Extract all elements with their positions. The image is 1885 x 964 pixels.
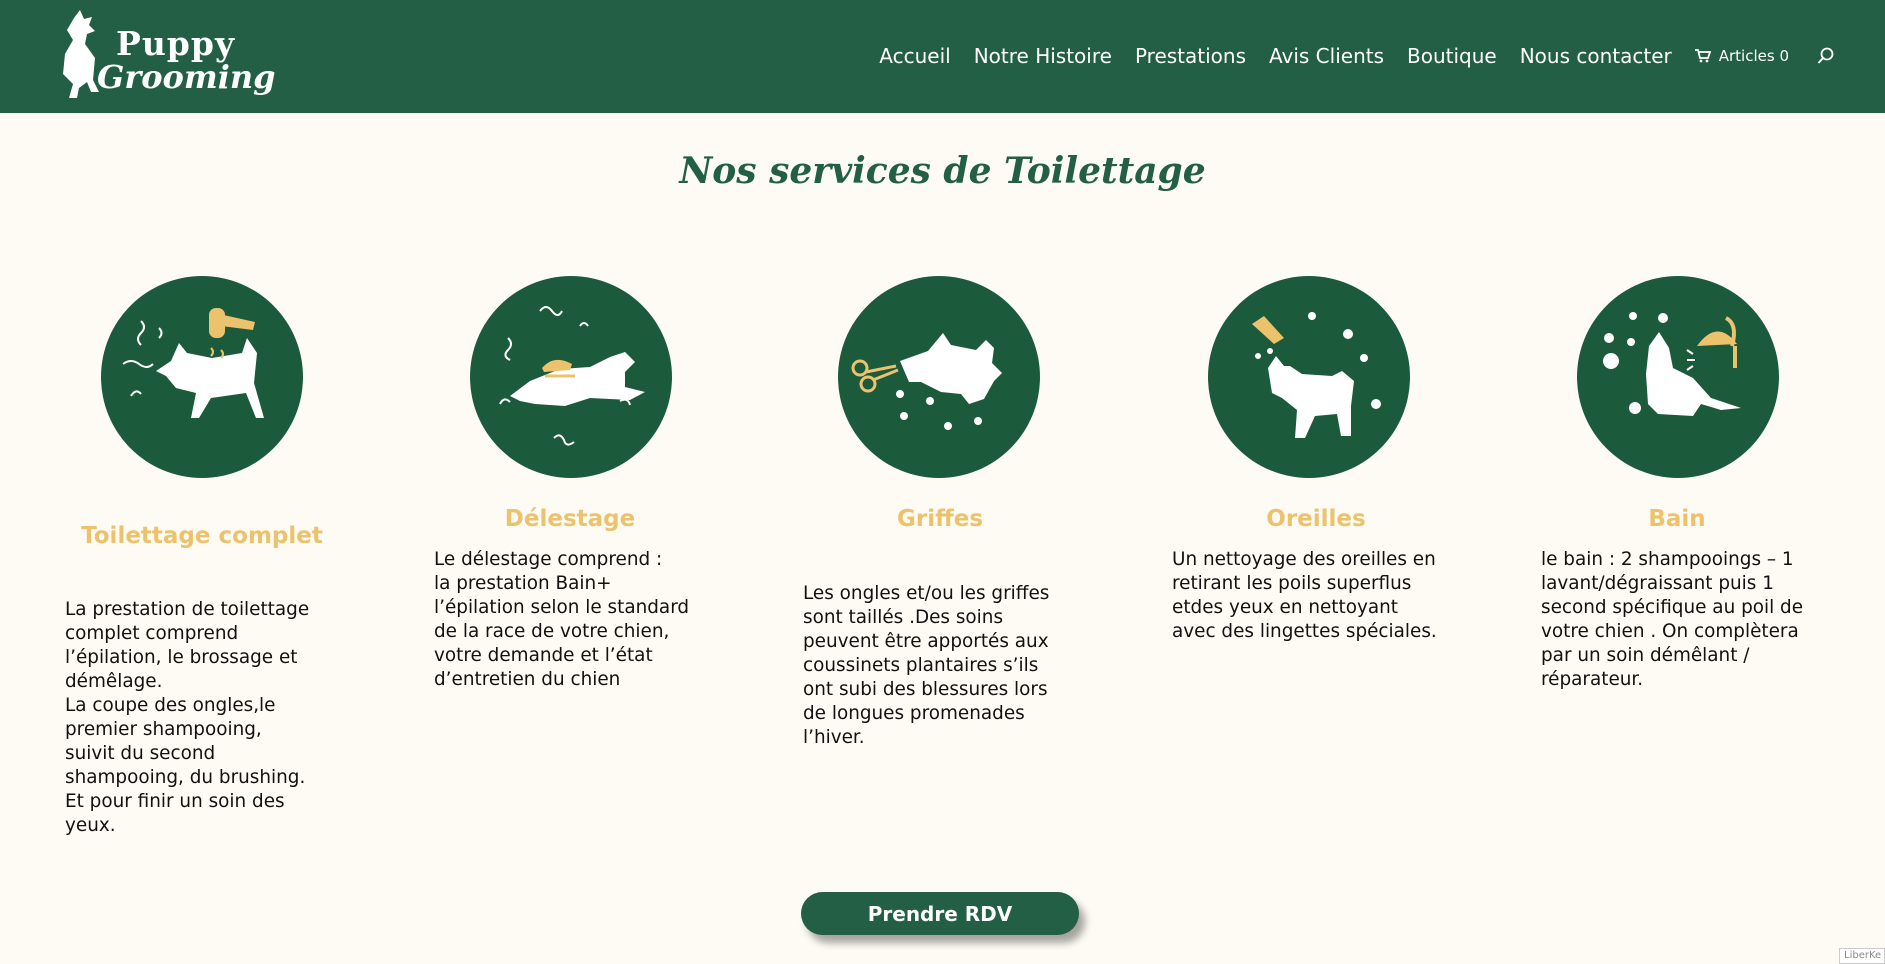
book-appointment-button[interactable]: Prendre RDV [801, 892, 1079, 935]
service-description: Les ongles et/ou les griffes sont taillé… [803, 583, 1050, 748]
main-nav: Accueil Notre Histoire Prestations Avis … [879, 40, 1885, 72]
cart-label: Articles 0 [1718, 47, 1789, 65]
service-description: le bain : 2 shampooings – 1 lavant/dégra… [1541, 549, 1804, 690]
dog-ear-drops-icon [1208, 276, 1410, 478]
service-title: Griffes [896, 506, 984, 532]
service-description: Le délestage comprend : la prestation Ba… [434, 549, 690, 690]
nav-accueil[interactable]: Accueil [879, 44, 950, 68]
service-description: La prestation de toilettage complet comp… [65, 599, 310, 836]
cart-link[interactable]: Articles 0 [1694, 47, 1789, 65]
search-icon [1817, 47, 1834, 64]
dog-shower-icon [1577, 276, 1779, 478]
service-title: Bain [1648, 506, 1706, 532]
service-title: Toilettage complet [81, 523, 323, 549]
dog-scissors-icon [838, 276, 1040, 478]
site-logo[interactable]: Puppy Grooming [50, 8, 276, 103]
service-title: Délestage [504, 506, 636, 532]
site-header: Puppy Grooming Accueil Notre Histoire Pr… [0, 0, 1885, 113]
search-button[interactable] [1817, 47, 1835, 65]
nav-avis-clients[interactable]: Avis Clients [1269, 44, 1384, 68]
dog-hair-dryer-icon [101, 276, 303, 478]
nav-prestations[interactable]: Prestations [1135, 44, 1246, 68]
service-description: Un nettoyage des oreilles en retirant le… [1172, 549, 1437, 642]
nav-nous-contacter[interactable]: Nous contacter [1520, 44, 1672, 68]
logo-text-bottom: Grooming [97, 58, 276, 96]
section-title: Nos services de Toilettage [679, 150, 1206, 192]
service-title: Oreilles [1266, 506, 1366, 532]
dog-comb-icon [470, 276, 672, 478]
nav-boutique[interactable]: Boutique [1407, 44, 1497, 68]
cart-icon [1694, 49, 1711, 63]
nav-notre-histoire[interactable]: Notre Histoire [974, 44, 1112, 68]
corner-badge: LiberKe [1839, 948, 1885, 964]
